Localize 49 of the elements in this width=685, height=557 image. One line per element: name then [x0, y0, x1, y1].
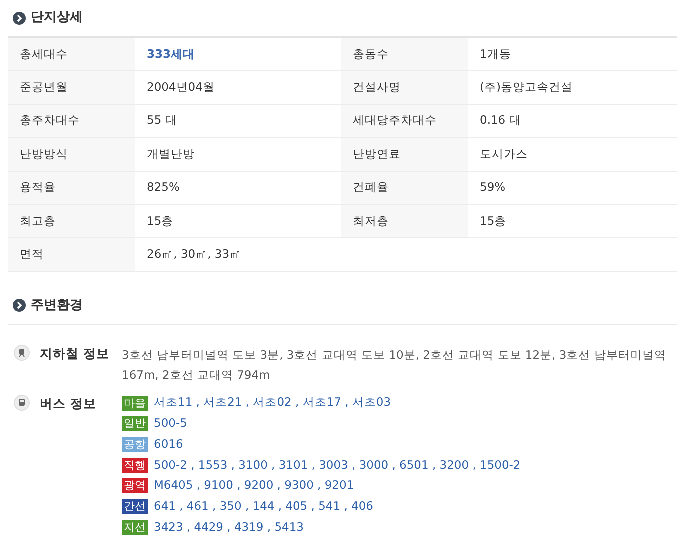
chevron-icon: [13, 299, 26, 312]
row-label: 총주차대수: [8, 104, 135, 138]
row-value: 15층: [479, 212, 508, 230]
bus-type-badge: 공항: [122, 436, 148, 452]
section-title: 단지상세: [31, 9, 83, 28]
bus-type-badge: 지선: [122, 520, 148, 535]
bus-route-list[interactable]: 6016: [154, 436, 184, 454]
subway-label: 지하철 정보: [40, 344, 110, 363]
row-label: 면적: [8, 238, 135, 271]
row-label: 총세대수: [8, 38, 135, 70]
bus-route-list[interactable]: 서초11 , 서초21 , 서초02 , 서초17 , 서초03: [154, 394, 392, 412]
bus-type-badge: 일반: [122, 416, 148, 432]
bus-type-badge: 마을: [122, 396, 148, 411]
row-value: 도시가스: [479, 146, 529, 163]
subway-text: 3호선 남부터미널역 도보 3분, 3호선 교대역 도보 10분, 2호선 교대역 도보 12분, 3호선 남부터미널역 167m, 2호선 교대역 794m: [122, 346, 668, 384]
row-label: 건폐율: [341, 172, 468, 204]
bus-type-badge: 간선: [122, 499, 148, 514]
bus-route-list[interactable]: 3423 , 4429 , 4319 , 5413: [154, 518, 304, 536]
row-label: 총동수: [341, 38, 468, 70]
row-label: 용적율: [8, 172, 135, 204]
subway-icon: [14, 344, 30, 361]
row-label: 최고층: [8, 204, 135, 238]
bus-route-list[interactable]: 500-5: [154, 415, 188, 432]
row-value: 59%: [479, 179, 507, 196]
bus-icon: [14, 394, 30, 411]
row-value: 333세대: [146, 46, 196, 63]
bus-route-list[interactable]: 500-2 , 1553 , 3100 , 3101 , 3003 , 3000 , 6501 , 3200 , 1500-2: [154, 456, 521, 474]
row-value: (주)동양고속건설: [479, 78, 574, 96]
row-label: 최저층: [341, 204, 468, 238]
row-value: 26㎡, 30㎡, 33㎡: [146, 246, 243, 263]
bus-type-badge: 직행: [122, 458, 148, 473]
row-value: 15층: [146, 212, 175, 230]
row-label: 난방방식: [8, 138, 135, 171]
bus-route-list[interactable]: 641 , 461 , 350 , 144 , 405 , 541 , 406: [154, 498, 374, 516]
chevron-icon: [13, 12, 26, 24]
row-value: 55 대: [146, 112, 178, 130]
row-label: 건설사명: [341, 71, 468, 104]
bus-label: 버스 정보: [40, 394, 96, 413]
bus-type-badge: 광역: [122, 478, 148, 494]
row-value: 825%: [146, 179, 181, 196]
row-label: 난방연료: [341, 138, 468, 171]
bus-route-list[interactable]: M6405 , 9100 , 9200 , 9300 , 9201: [154, 477, 354, 494]
row-value: 개별난방: [146, 146, 196, 163]
row-value: 2004년04월: [146, 78, 216, 96]
section-title: 주변환경: [31, 296, 83, 315]
row-label: 준공년월: [8, 71, 135, 104]
row-value: 1개동: [479, 46, 512, 63]
row-value: 0.16 대: [479, 112, 522, 130]
row-label: 세대당주차대수: [341, 104, 468, 138]
